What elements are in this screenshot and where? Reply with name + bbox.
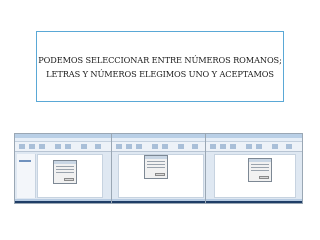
accept-button — [259, 176, 269, 179]
taskbar — [206, 201, 302, 203]
word-screenshot-1 — [14, 133, 112, 204]
accept-button — [155, 173, 165, 176]
list-format-dialog — [53, 160, 77, 184]
list-format-dialog — [248, 158, 272, 182]
word-screenshot-3 — [205, 133, 303, 204]
taskbar — [112, 201, 208, 203]
ribbon-toolbar — [112, 142, 208, 152]
accept-button — [64, 178, 74, 181]
slide-caption: PODEMOS SELECCIONAR ENTRE NÚMEROS ROMANO… — [38, 54, 282, 79]
ribbon-toolbar — [206, 142, 302, 152]
list-format-dialog — [144, 155, 168, 179]
ribbon-toolbar — [15, 142, 111, 152]
word-screenshot-2 — [111, 133, 209, 204]
taskbar — [15, 201, 111, 203]
navigation-panel — [17, 154, 36, 198]
caption-box: PODEMOS SELECCIONAR ENTRE NÚMEROS ROMANO… — [36, 31, 284, 102]
